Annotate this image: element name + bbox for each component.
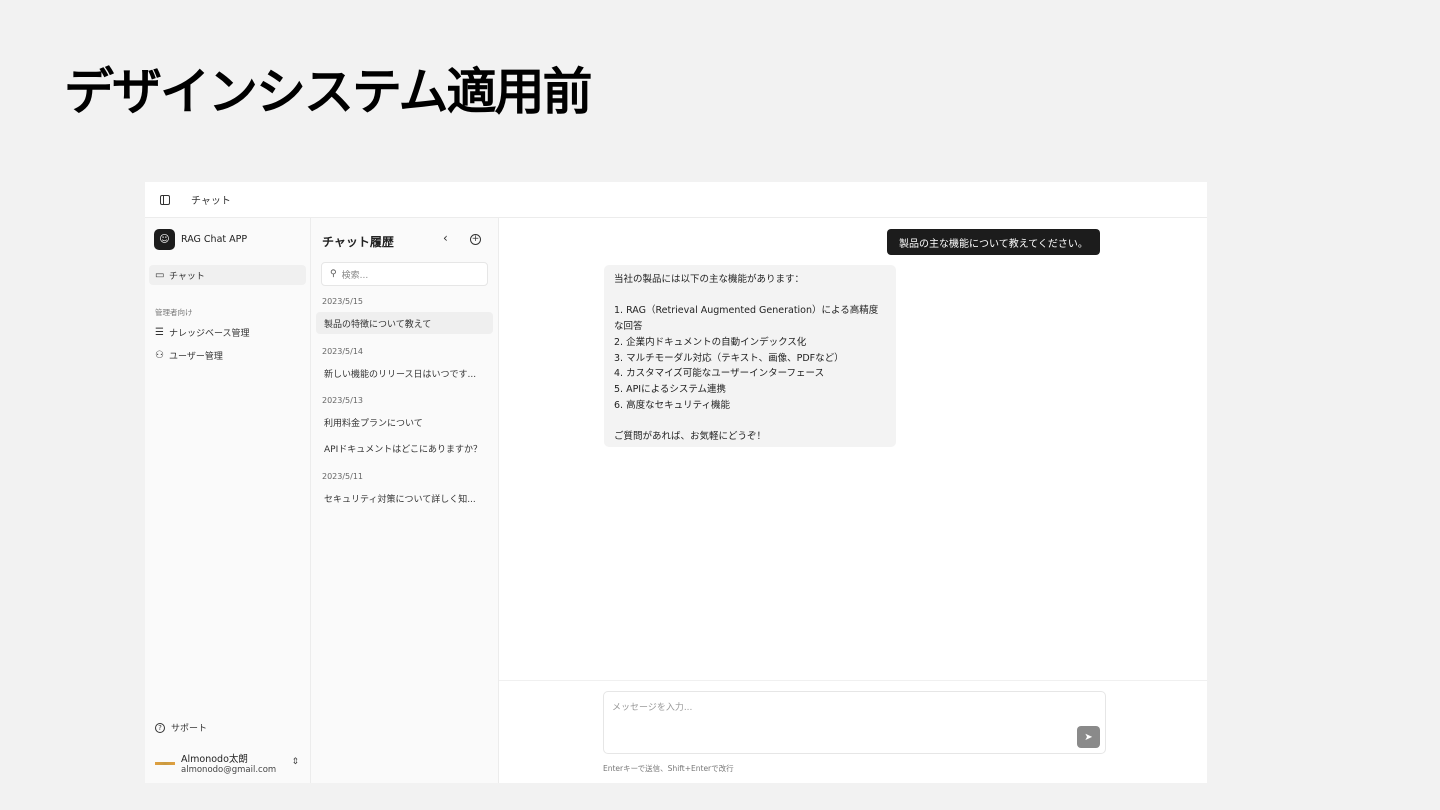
date-label: 2023/5/15: [322, 297, 364, 306]
bot-logo-icon: ☺: [154, 229, 175, 250]
history-item[interactable]: 利用料金プランについて: [316, 411, 493, 433]
message-input[interactable]: メッセージを入力... ➤: [603, 691, 1106, 754]
chat-panel: 製品の主な機能について教えてください。 当社の製品には以下の主な機能があります：…: [499, 218, 1207, 783]
section-label: 管理者向け: [155, 308, 193, 317]
user-menu[interactable]: Almonodo太朗 almonodo@gmail.com ⇕: [155, 751, 305, 775]
chevron-up-down-icon[interactable]: ⇕: [291, 757, 299, 767]
date-label: 2023/5/14: [322, 347, 364, 356]
history-search-input[interactable]: ⚲ 検索...: [321, 262, 488, 286]
topbar: チャット: [145, 182, 1207, 218]
message-line: 4. カスタマイズ可能なユーザーインターフェース: [614, 368, 825, 380]
sidebar-item-label: チャット: [169, 271, 205, 282]
support-label: サポート: [171, 724, 208, 734]
sidebar-item-chat[interactable]: ▭ チャット: [149, 265, 306, 285]
avatar: [155, 759, 175, 767]
send-icon: ➤: [1084, 731, 1093, 743]
slide-title: デザインシステム適用前: [64, 63, 592, 121]
history-item[interactable]: 製品の特徴について教えて: [316, 312, 493, 334]
history-item[interactable]: APIドキュメントはどこにありますか？: [316, 437, 493, 459]
sidebar-item-label: ユーザー管理: [169, 352, 223, 362]
user-email: almonodo@gmail.com: [181, 765, 277, 775]
user-message: 製品の主な機能について教えてください。: [887, 229, 1100, 255]
date-label: 2023/5/13: [322, 396, 364, 405]
help-icon: ?: [155, 722, 165, 733]
assistant-message: 当社の製品には以下の主な機能があります： 1. RAG（Retrieval Au…: [604, 265, 896, 447]
message-line: 1. RAG（Retrieval Augmented Generation）によ…: [614, 305, 879, 317]
sidebar-item-users[interactable]: ⚇ ユーザー管理: [155, 349, 223, 362]
brand[interactable]: ☺ RAG Chat APP: [154, 229, 247, 250]
date-label: 2023/5/11: [322, 472, 364, 481]
search-icon: ⚲: [330, 269, 337, 279]
history-item[interactable]: 新しい機能のリリース日はいつです...: [316, 362, 493, 384]
message-line: 6. 高度なセキュリティ機能: [614, 399, 731, 411]
database-icon: ☰: [155, 327, 164, 338]
sidebar: ☺ RAG Chat APP ▭ チャット 管理者向け ☰ ナレッジベース管理 …: [145, 218, 311, 783]
input-placeholder: メッセージを入力...: [612, 703, 693, 713]
message-line: な回答: [614, 321, 643, 333]
message-line: 3. マルチモーダル対応（テキスト、画像、PDFなど）: [614, 352, 844, 364]
app-window: チャット ☺ RAG Chat APP ▭ チャット 管理者向け ☰ ナレッジベ…: [145, 182, 1207, 783]
support-link[interactable]: ? サポート: [155, 721, 207, 734]
composer-hint: Enterキーで送信、Shift+Enterで改行: [603, 764, 734, 773]
search-placeholder: 検索...: [341, 270, 369, 281]
message-line: 当社の製品には以下の主な機能があります：: [614, 274, 805, 285]
sidebar-item-knowledge-base[interactable]: ☰ ナレッジベース管理: [155, 326, 250, 339]
send-button[interactable]: ➤: [1077, 726, 1100, 748]
message-line: 5. APIによるシステム連携: [614, 383, 727, 395]
new-chat-icon[interactable]: +: [470, 234, 481, 245]
message-line: ご質問があれば、お気軽にどうぞ！: [614, 431, 767, 442]
composer-area: メッセージを入力... ➤ Enterキーで送信、Shift+Enterで改行: [499, 680, 1207, 783]
topbar-title: チャット: [191, 196, 231, 207]
chat-history-panel: チャット履歴 ‹ + ⚲ 検索... 2023/5/15 製品の特徴について教え…: [311, 218, 499, 783]
message-line: 2. 企業内ドキュメントの自動インデックス化: [614, 336, 807, 348]
sidebar-toggle-icon[interactable]: [145, 182, 185, 218]
sidebar-item-label: ナレッジベース管理: [169, 329, 250, 339]
message-icon: ▭: [155, 269, 165, 281]
chevron-left-icon[interactable]: ‹: [443, 231, 448, 245]
brand-name: RAG Chat APP: [181, 234, 248, 245]
users-icon: ⚇: [155, 350, 164, 361]
history-item[interactable]: セキュリティ対策について詳しく知...: [316, 487, 493, 509]
user-name: Almonodo太朗: [181, 754, 248, 765]
history-title: チャット履歴: [322, 235, 394, 249]
